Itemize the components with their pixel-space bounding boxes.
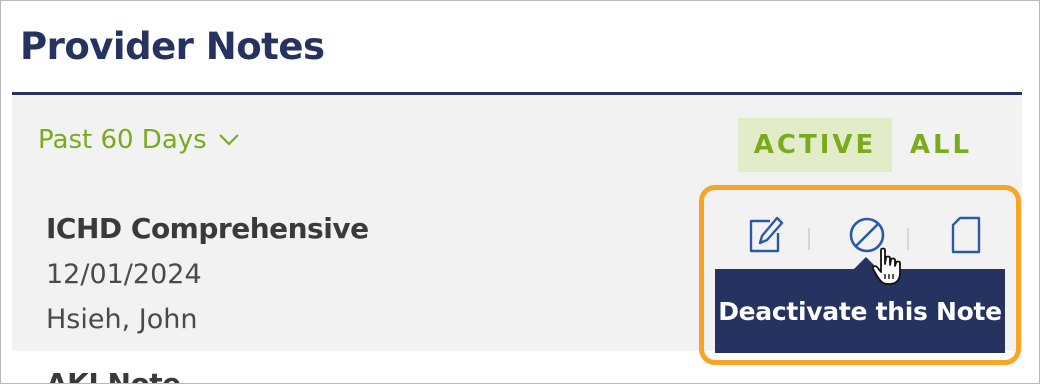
note-title[interactable]: AKI Note <box>46 367 181 383</box>
tab-active[interactable]: ACTIVE <box>738 118 892 172</box>
note-date: 12/01/2024 <box>46 259 202 290</box>
period-dropdown[interactable]: Past 60 Days <box>38 125 241 155</box>
note-author: Hsieh, John <box>46 304 198 335</box>
period-label: Past 60 Days <box>38 125 207 155</box>
page-title: Provider Notes <box>20 25 325 68</box>
tab-all[interactable]: ALL <box>898 118 984 172</box>
provider-notes-card: Provider Notes Past 60 Days ACTIVE ALL I… <box>0 0 1040 384</box>
note-title[interactable]: ICHD Comprehensive <box>46 212 369 245</box>
chevron-down-icon <box>218 134 239 146</box>
highlight-callout <box>699 185 1021 365</box>
